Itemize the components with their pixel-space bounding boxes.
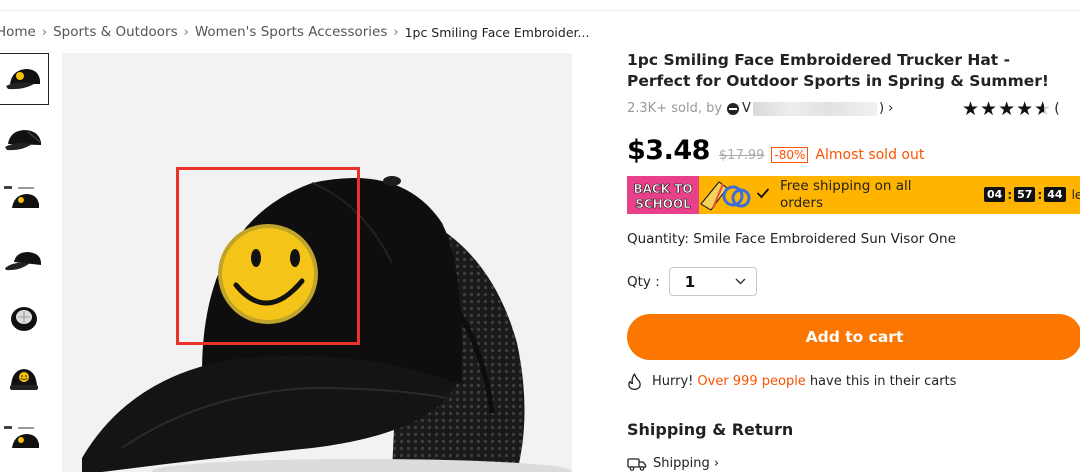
breadcrumb-separator: ›	[393, 24, 399, 40]
current-price: $3.48	[627, 135, 710, 166]
price-row: $3.48 $17.99 -80% Almost sold out	[627, 135, 924, 166]
shipping-return-heading: Shipping & Return	[627, 420, 794, 439]
thumbnail-3[interactable]	[0, 173, 49, 225]
timer-hours: 04	[984, 187, 1006, 202]
truck-icon	[627, 457, 647, 471]
breadcrumb-home[interactable]: Home	[0, 24, 36, 40]
main-product-image[interactable]	[62, 53, 572, 472]
timer-colon: :	[1007, 187, 1013, 202]
chevron-down-icon	[735, 278, 746, 285]
free-shipping-text: Free shipping on all orders	[780, 178, 912, 211]
store-name-blurred	[752, 101, 877, 116]
sold-by-line: 2.3K+ sold, by V ) ›	[627, 101, 893, 116]
hat-thumbnail-icon	[3, 426, 39, 448]
badge-line-1: BACK TO	[633, 182, 692, 196]
qty-label: Qty :	[627, 273, 660, 290]
store-name[interactable]: V	[742, 101, 751, 116]
breadcrumb-sports-outdoors[interactable]: Sports & Outdoors	[53, 24, 178, 40]
thumbnail-1[interactable]	[0, 53, 49, 105]
breadcrumb: Home › Sports & Outdoors › Women's Sport…	[0, 23, 589, 41]
quantity-selector-row: Qty : 1	[627, 267, 757, 296]
highlight-box	[176, 167, 360, 345]
breadcrumb-separator: ›	[41, 24, 48, 40]
thumbnail-6[interactable]	[0, 353, 49, 405]
hurry-count: Over 999 people	[697, 374, 806, 389]
countdown-timer: 04 : 57 : 44 left t	[984, 187, 1080, 202]
thumbnail-7[interactable]	[0, 413, 49, 465]
sold-count: 2.3K+ sold, by	[627, 101, 723, 116]
rating-stars[interactable]: ★★★★ ★ (	[962, 98, 1061, 120]
hurry-suffix: have this in their carts	[809, 374, 957, 389]
thumbnail-4[interactable]	[0, 233, 49, 285]
store-arrow[interactable]: ) ›	[879, 101, 893, 116]
quantity-dropdown[interactable]: 1	[668, 267, 757, 296]
hat-thumbnail-icon	[4, 252, 41, 271]
thumbnail-2[interactable]	[0, 113, 49, 165]
hurry-notice: Hurry! Over 999 people have this in thei…	[627, 373, 956, 390]
back-to-school-badge: BACK TO SCHOOL	[627, 176, 751, 214]
quantity-value: 1	[684, 272, 696, 291]
breadcrumb-separator: ›	[183, 24, 189, 40]
star-half-icon: ★	[1034, 98, 1053, 120]
promo-banner[interactable]: BACK TO SCHOOL Free shipping on all orde…	[627, 176, 1080, 214]
check-icon	[757, 188, 769, 199]
hat-thumbnail-icon	[3, 186, 39, 208]
hat-thumbnail-icon	[5, 69, 40, 90]
hat-thumbnail-icon	[4, 130, 41, 151]
discount-badge: -80%	[771, 147, 809, 163]
original-price: $17.99	[718, 148, 765, 163]
badge-line-2: SCHOOL	[635, 197, 691, 211]
timer-suffix: left t	[1071, 187, 1080, 202]
top-divider	[0, 10, 1080, 11]
timer-colon: :	[1037, 187, 1043, 202]
star-full-icon: ★★★★	[962, 98, 1035, 120]
shipping-link[interactable]: Shipping ›	[627, 456, 719, 471]
breadcrumb-womens-sports-accessories[interactable]: Women's Sports Accessories	[195, 24, 388, 40]
timer-seconds: 44	[1044, 187, 1066, 202]
breadcrumb-current: 1pc Smiling Face Embroider...	[404, 24, 590, 40]
add-to-cart-button[interactable]: Add to cart	[627, 314, 1080, 360]
hurry-prefix: Hurry!	[652, 374, 694, 389]
timer-minutes: 57	[1014, 187, 1036, 202]
rating-count-paren: (	[1054, 101, 1061, 117]
hat-thumbnail-icon	[10, 307, 37, 331]
stock-status: Almost sold out	[815, 147, 925, 163]
thumbnail-5[interactable]	[0, 293, 49, 345]
product-title: 1pc Smiling Face Embroidered Trucker Hat…	[627, 51, 1049, 90]
selected-option: Quantity: Smile Face Embroidered Sun Vis…	[627, 231, 956, 247]
hat-thumbnail-icon	[9, 369, 38, 390]
store-icon	[727, 102, 740, 115]
shipping-link-label: Shipping ›	[653, 456, 720, 471]
flame-icon	[628, 373, 641, 390]
